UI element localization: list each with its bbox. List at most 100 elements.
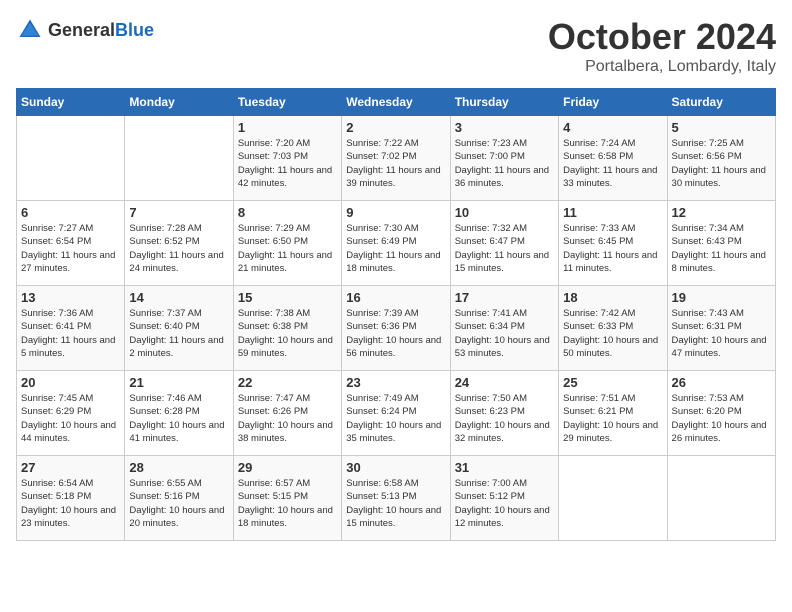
calendar-week-row: 27Sunrise: 6:54 AMSunset: 5:18 PMDayligh… [17, 456, 776, 541]
calendar-day-cell: 17Sunrise: 7:41 AMSunset: 6:34 PMDayligh… [450, 286, 558, 371]
day-info: Sunrise: 7:39 AMSunset: 6:36 PMDaylight:… [346, 307, 445, 360]
day-info: Sunrise: 7:25 AMSunset: 6:56 PMDaylight:… [672, 137, 771, 190]
day-number: 6 [21, 205, 120, 220]
calendar-day-cell: 21Sunrise: 7:46 AMSunset: 6:28 PMDayligh… [125, 371, 233, 456]
calendar-day-cell: 10 Sunrise: 7:32 AMSunset: 6:47 PMDayligh… [450, 201, 558, 286]
day-info: Sunrise: 7:29 AMSunset: 6:50 PMDaylight:… [238, 222, 337, 275]
calendar-day-cell: 19 Sunrise: 7:43 AMSunset: 6:31 PMDayligh… [667, 286, 775, 371]
calendar-day-cell: 15Sunrise: 7:38 AMSunset: 6:38 PMDayligh… [233, 286, 341, 371]
calendar-day-cell: 12 Sunrise: 7:34 AMSunset: 6:43 PMDayligh… [667, 201, 775, 286]
calendar-day-cell: 5 Sunrise: 7:25 AMSunset: 6:56 PMDaylight… [667, 116, 775, 201]
day-info: Sunrise: 6:55 AMSunset: 5:16 PMDaylight:… [129, 477, 228, 530]
day-info: Sunrise: 7:36 AMSunset: 6:41 PMDaylight:… [21, 307, 120, 360]
day-number: 30 [346, 460, 445, 475]
day-number: 10 [455, 205, 554, 220]
calendar-day-cell: 28 Sunrise: 6:55 AMSunset: 5:16 PMDayligh… [125, 456, 233, 541]
calendar-week-row: 13 Sunrise: 7:36 AMSunset: 6:41 PMDayligh… [17, 286, 776, 371]
calendar-day-cell [667, 456, 775, 541]
calendar-day-cell: 27Sunrise: 6:54 AMSunset: 5:18 PMDayligh… [17, 456, 125, 541]
day-info: Sunrise: 7:23 AMSunset: 7:00 PMDaylight:… [455, 137, 554, 190]
calendar-day-cell: 4 Sunrise: 7:24 AMSunset: 6:58 PMDaylight… [559, 116, 667, 201]
day-info: Sunrise: 7:50 AMSunset: 6:23 PMDaylight:… [455, 392, 554, 445]
calendar-day-cell [17, 116, 125, 201]
day-info: Sunrise: 7:45 AMSunset: 6:29 PMDaylight:… [21, 392, 120, 445]
day-number: 15 [238, 290, 337, 305]
day-info: Sunrise: 7:42 AMSunset: 6:33 PMDaylight:… [563, 307, 662, 360]
day-number: 19 [672, 290, 771, 305]
weekday-header-cell: Monday [125, 89, 233, 116]
calendar-day-cell: 16 Sunrise: 7:39 AMSunset: 6:36 PMDayligh… [342, 286, 450, 371]
calendar-day-cell: 29 Sunrise: 6:57 AMSunset: 5:15 PMDayligh… [233, 456, 341, 541]
day-info: Sunrise: 7:51 AMSunset: 6:21 PMDaylight:… [563, 392, 662, 445]
calendar-day-cell: 11 Sunrise: 7:33 AMSunset: 6:45 PMDayligh… [559, 201, 667, 286]
day-number: 29 [238, 460, 337, 475]
day-number: 22 [238, 375, 337, 390]
day-info: Sunrise: 7:33 AMSunset: 6:45 PMDaylight:… [563, 222, 662, 275]
day-number: 26 [672, 375, 771, 390]
day-info: Sunrise: 7:20 AMSunset: 7:03 PMDaylight:… [238, 137, 337, 190]
calendar-table: SundayMondayTuesdayWednesdayThursdayFrid… [16, 88, 776, 541]
calendar-week-row: 1 Sunrise: 7:20 AMSunset: 7:03 PMDaylight… [17, 116, 776, 201]
day-number: 4 [563, 120, 662, 135]
day-info: Sunrise: 7:46 AMSunset: 6:28 PMDaylight:… [129, 392, 228, 445]
calendar-day-cell: 30 Sunrise: 6:58 AMSunset: 5:13 PMDayligh… [342, 456, 450, 541]
calendar-day-cell: 7Sunrise: 7:28 AMSunset: 6:52 PMDaylight… [125, 201, 233, 286]
day-info: Sunrise: 7:27 AMSunset: 6:54 PMDaylight:… [21, 222, 120, 275]
calendar-day-cell [125, 116, 233, 201]
day-number: 28 [129, 460, 228, 475]
day-number: 31 [455, 460, 554, 475]
day-number: 16 [346, 290, 445, 305]
day-info: Sunrise: 7:49 AMSunset: 6:24 PMDaylight:… [346, 392, 445, 445]
day-info: Sunrise: 6:57 AMSunset: 5:15 PMDaylight:… [238, 477, 337, 530]
day-info: Sunrise: 7:30 AMSunset: 6:49 PMDaylight:… [346, 222, 445, 275]
calendar-day-cell: 9 Sunrise: 7:30 AMSunset: 6:49 PMDaylight… [342, 201, 450, 286]
calendar-day-cell: 13 Sunrise: 7:36 AMSunset: 6:41 PMDayligh… [17, 286, 125, 371]
calendar-day-cell: 8Sunrise: 7:29 AMSunset: 6:50 PMDaylight… [233, 201, 341, 286]
calendar-day-cell: 2Sunrise: 7:22 AMSunset: 7:02 PMDaylight… [342, 116, 450, 201]
day-info: Sunrise: 7:37 AMSunset: 6:40 PMDaylight:… [129, 307, 228, 360]
day-number: 9 [346, 205, 445, 220]
day-info: Sunrise: 7:53 AMSunset: 6:20 PMDaylight:… [672, 392, 771, 445]
day-number: 2 [346, 120, 445, 135]
calendar-body: 1 Sunrise: 7:20 AMSunset: 7:03 PMDaylight… [17, 116, 776, 541]
calendar-day-cell: 24 Sunrise: 7:50 AMSunset: 6:23 PMDayligh… [450, 371, 558, 456]
day-number: 27 [21, 460, 120, 475]
day-number: 17 [455, 290, 554, 305]
calendar-day-cell: 23 Sunrise: 7:49 AMSunset: 6:24 PMDayligh… [342, 371, 450, 456]
calendar-day-cell: 18Sunrise: 7:42 AMSunset: 6:33 PMDayligh… [559, 286, 667, 371]
logo-icon [16, 16, 44, 44]
logo-general: General [48, 20, 115, 40]
day-info: Sunrise: 7:32 AMSunset: 6:47 PMDaylight:… [455, 222, 554, 275]
day-info: Sunrise: 7:34 AMSunset: 6:43 PMDaylight:… [672, 222, 771, 275]
calendar-day-cell: 3 Sunrise: 7:23 AMSunset: 7:00 PMDaylight… [450, 116, 558, 201]
day-number: 25 [563, 375, 662, 390]
day-info: Sunrise: 7:24 AMSunset: 6:58 PMDaylight:… [563, 137, 662, 190]
calendar-day-cell [559, 456, 667, 541]
day-number: 23 [346, 375, 445, 390]
calendar-day-cell: 1 Sunrise: 7:20 AMSunset: 7:03 PMDaylight… [233, 116, 341, 201]
day-number: 1 [238, 120, 337, 135]
day-number: 13 [21, 290, 120, 305]
calendar-day-cell: 20 Sunrise: 7:45 AMSunset: 6:29 PMDayligh… [17, 371, 125, 456]
weekday-header-cell: Wednesday [342, 89, 450, 116]
weekday-header-cell: Tuesday [233, 89, 341, 116]
day-number: 3 [455, 120, 554, 135]
calendar-subtitle: Portalbera, Lombardy, Italy [548, 58, 776, 76]
day-number: 20 [21, 375, 120, 390]
calendar-title: October 2024 [548, 16, 776, 58]
day-number: 12 [672, 205, 771, 220]
day-number: 24 [455, 375, 554, 390]
day-info: Sunrise: 6:58 AMSunset: 5:13 PMDaylight:… [346, 477, 445, 530]
day-number: 5 [672, 120, 771, 135]
calendar-week-row: 20 Sunrise: 7:45 AMSunset: 6:29 PMDayligh… [17, 371, 776, 456]
logo-blue: Blue [115, 20, 154, 40]
weekday-header-cell: Thursday [450, 89, 558, 116]
day-number: 11 [563, 205, 662, 220]
title-block: October 2024 Portalbera, Lombardy, Italy [548, 16, 776, 76]
weekday-header-cell: Saturday [667, 89, 775, 116]
calendar-day-cell: 31Sunrise: 7:00 AMSunset: 5:12 PMDayligh… [450, 456, 558, 541]
calendar-day-cell: 25 Sunrise: 7:51 AMSunset: 6:21 PMDayligh… [559, 371, 667, 456]
day-info: Sunrise: 7:47 AMSunset: 6:26 PMDaylight:… [238, 392, 337, 445]
calendar-day-cell: 6 Sunrise: 7:27 AMSunset: 6:54 PMDaylight… [17, 201, 125, 286]
day-info: Sunrise: 7:43 AMSunset: 6:31 PMDaylight:… [672, 307, 771, 360]
